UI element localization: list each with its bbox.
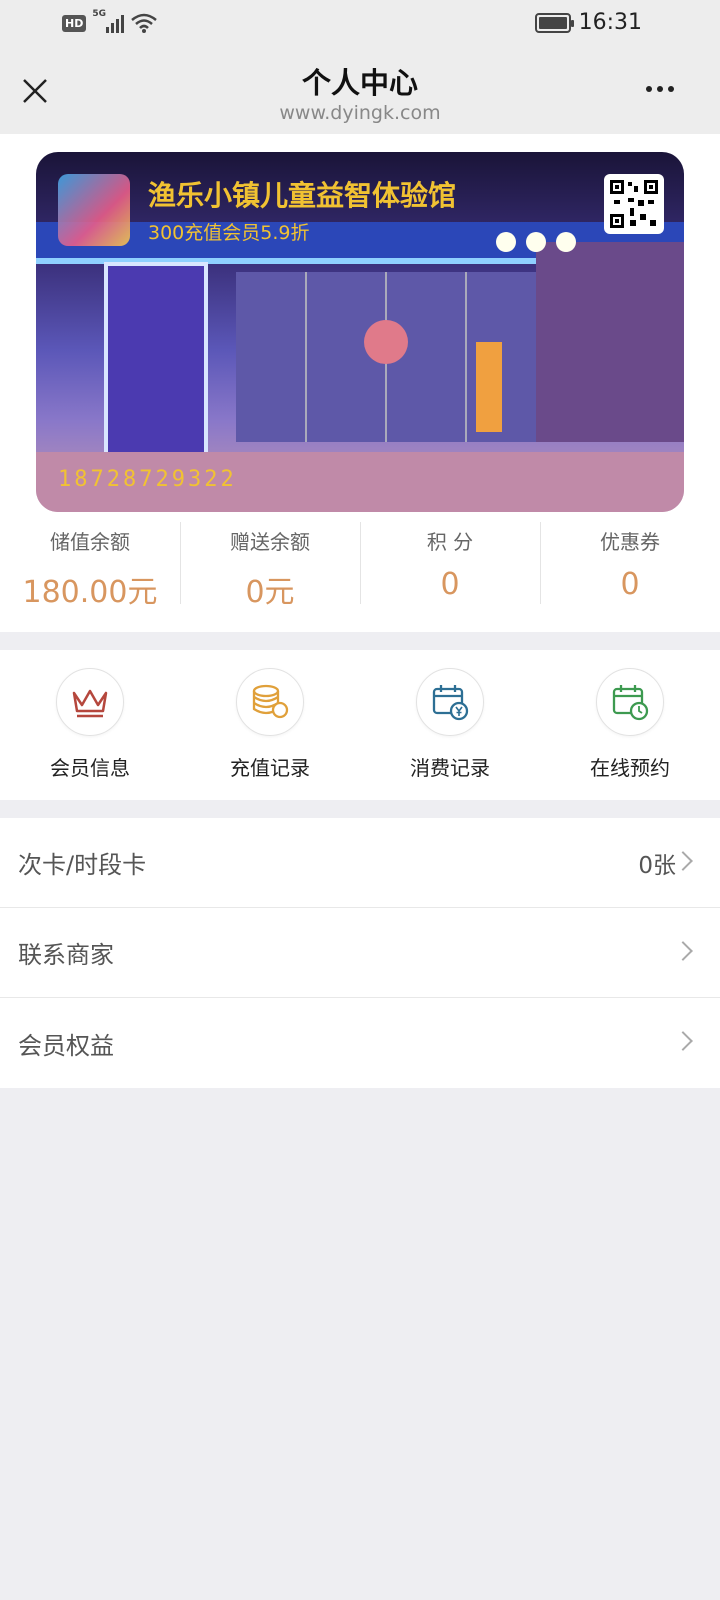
stat-stored-balance[interactable]: 储值余额 180.00元 xyxy=(0,514,180,614)
list-item-contact-merchant[interactable]: 联系商家 xyxy=(0,908,720,998)
action-icon-wrap xyxy=(416,668,484,736)
stat-label: 优惠券 xyxy=(600,530,660,554)
page-title: 个人中心 xyxy=(301,66,418,100)
clock: 16:31 xyxy=(578,10,642,35)
action-online-booking[interactable]: 在线预约 xyxy=(540,650,720,800)
list-item-punch-card[interactable]: 次卡/时段卡 0张 xyxy=(0,818,720,908)
action-icon-wrap xyxy=(56,668,124,736)
list-item-label: 会员权益 xyxy=(18,1031,114,1060)
shop-logo xyxy=(58,174,130,246)
shop-name: 渔乐小镇儿童益智体验馆 xyxy=(148,179,457,212)
member-card[interactable]: 渔乐小镇儿童益智体验馆 300充值会员5.9折 18728729322 xyxy=(36,152,684,512)
coins-icon xyxy=(252,684,289,719)
action-consumption-records[interactable]: 消费记录 xyxy=(360,650,540,800)
qr-code-icon[interactable] xyxy=(604,174,664,234)
action-icon-wrap xyxy=(596,668,664,736)
stat-value: 0元 xyxy=(245,575,295,610)
stat-value: 180.00元 xyxy=(22,575,158,610)
action-label: 会员信息 xyxy=(50,756,130,780)
action-member-info[interactable]: 会员信息 xyxy=(0,650,180,800)
list-item-member-benefits[interactable]: 会员权益 xyxy=(0,998,720,1088)
list-item-value: 0张 xyxy=(638,852,676,879)
balance-stats: 储值余额 180.00元 赠送余额 0元 积 分 0 优惠券 0 xyxy=(0,514,720,614)
status-left: HD 5G xyxy=(62,9,158,34)
status-bar: HD 5G 16:31 xyxy=(0,0,720,50)
stat-gift-balance[interactable]: 赠送余额 0元 xyxy=(180,514,360,614)
member-card-section: 渔乐小镇儿童益智体验馆 300充值会员5.9折 18728729322 储值余额… xyxy=(0,134,720,632)
action-icon-wrap xyxy=(236,668,304,736)
chevron-right-icon xyxy=(673,851,693,871)
action-label: 充值记录 xyxy=(230,756,310,780)
promo-text: 300充值会员5.9折 xyxy=(148,222,310,244)
action-recharge-records[interactable]: 充值记录 xyxy=(180,650,360,800)
list-item-label: 联系商家 xyxy=(18,941,114,969)
action-label: 在线预约 xyxy=(590,756,670,780)
status-right: 16:31 xyxy=(534,10,642,35)
card-number: 18728729322 xyxy=(58,467,237,492)
stat-points[interactable]: 积 分 0 xyxy=(360,514,540,614)
hd-badge: HD xyxy=(62,14,87,32)
calendar-clock-icon xyxy=(612,685,649,721)
stat-coupons[interactable]: 优惠券 0 xyxy=(540,514,720,614)
stat-value: 0 xyxy=(440,567,460,602)
page-url: www.dyingk.com xyxy=(279,102,441,124)
header: 个人中心 www.dyingk.com xyxy=(0,50,720,134)
action-label: 消费记录 xyxy=(410,756,490,780)
calendar-yen-icon xyxy=(432,685,469,721)
wifi-icon xyxy=(131,13,158,33)
battery-icon xyxy=(534,12,574,33)
list-item-label: 次卡/时段卡 xyxy=(18,851,147,879)
menu-list: 次卡/时段卡 0张 联系商家 会员权益 xyxy=(0,818,720,1088)
stat-value: 0 xyxy=(620,567,640,602)
stat-label: 积 分 xyxy=(426,530,474,554)
more-options-icon[interactable] xyxy=(646,86,674,92)
quick-actions: 会员信息 充值记录 消费记录 在线预约 xyxy=(0,650,720,800)
signal-icon: 5G xyxy=(92,9,125,33)
stat-label: 赠送余额 xyxy=(230,530,310,554)
stat-label: 储值余额 xyxy=(50,530,130,554)
crown-icon xyxy=(72,689,108,718)
